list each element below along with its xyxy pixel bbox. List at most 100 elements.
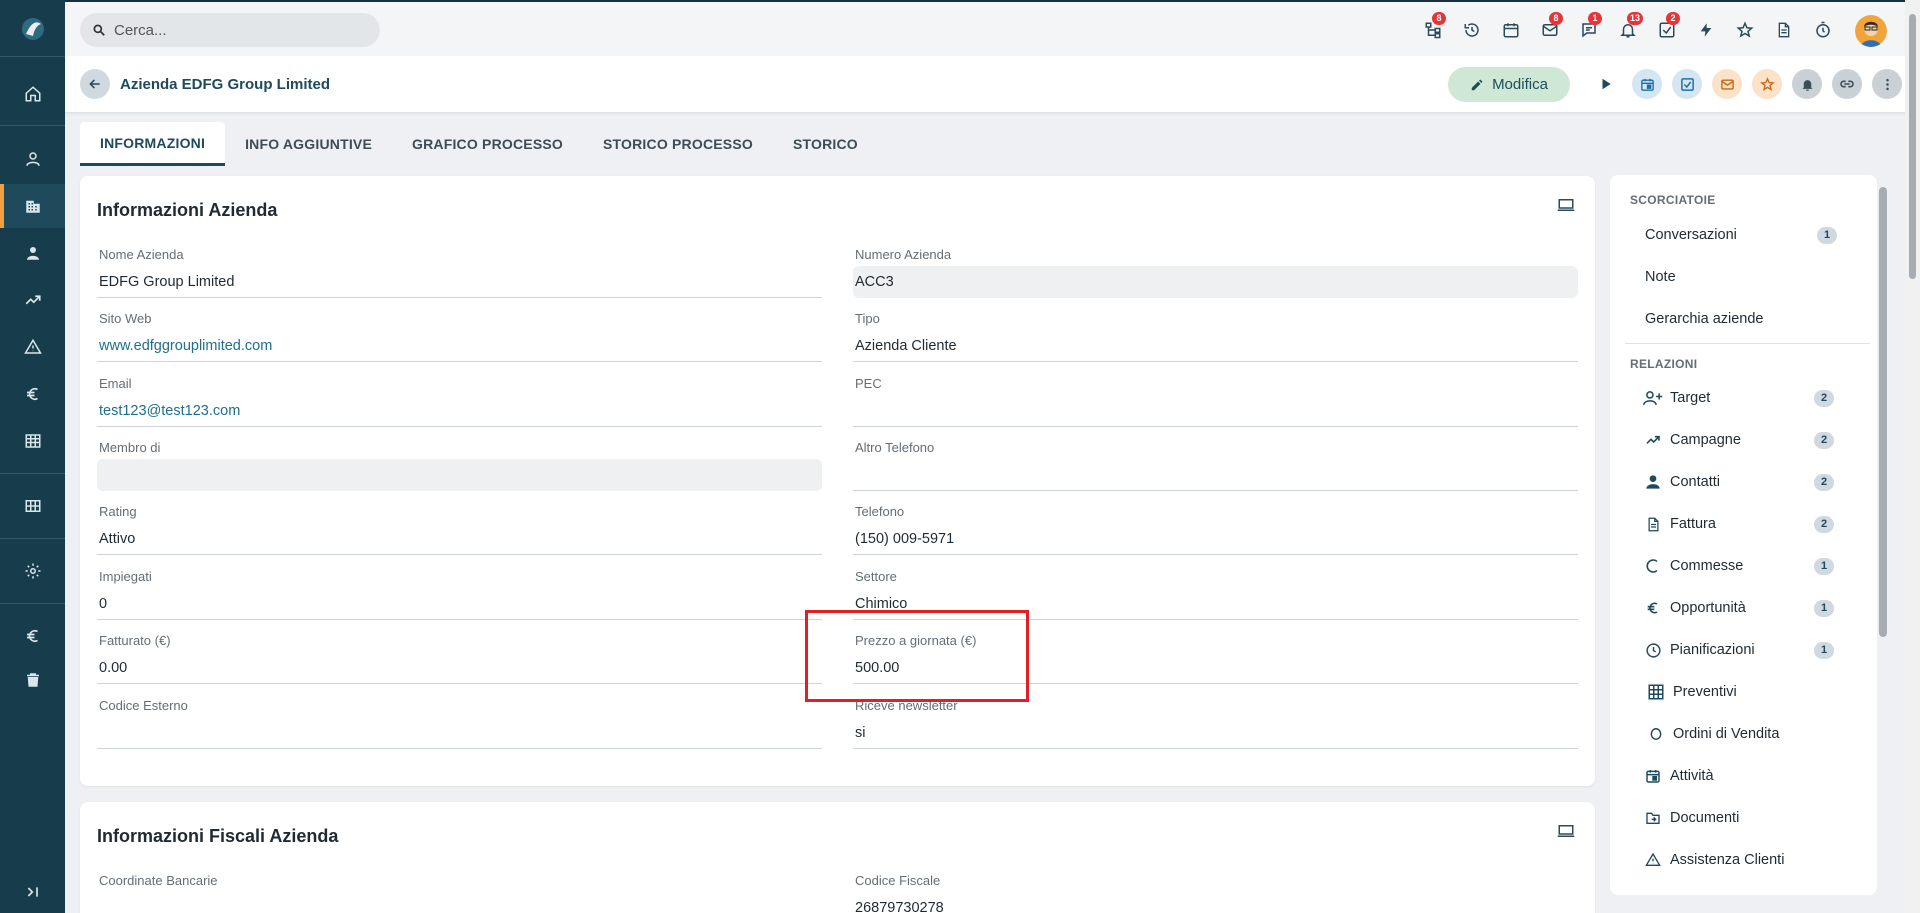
tab-storico[interactable]: STORICO xyxy=(773,122,878,166)
field-value[interactable]: EDFG Group Limited xyxy=(97,266,822,298)
field-value[interactable] xyxy=(853,395,1578,427)
field-value[interactable] xyxy=(97,459,822,491)
avatar[interactable] xyxy=(1855,15,1887,47)
shortcut-gerarchia-aziende[interactable]: Gerarchia aziende xyxy=(1645,304,1845,334)
relation-commesse[interactable]: Commesse 1 xyxy=(1642,551,1842,581)
sidebar-item-grid[interactable] xyxy=(0,484,65,528)
back-button[interactable] xyxy=(80,69,110,99)
field-value[interactable]: 0 xyxy=(97,588,822,620)
edit-button[interactable]: Modifica xyxy=(1448,67,1570,102)
sidebar-expand-button[interactable] xyxy=(0,871,65,913)
field-altro-telefono: Altro Telefono xyxy=(853,438,1578,502)
sidebar-divider xyxy=(0,473,65,474)
relation-campagne[interactable]: Campagne 2 xyxy=(1642,425,1842,455)
record-header: Azienda EDFG Group Limited Modifica xyxy=(65,56,1920,113)
hierarchy-button[interactable]: 8 xyxy=(1413,12,1452,45)
tasks-button[interactable]: 2 xyxy=(1647,12,1686,45)
calendar-icon xyxy=(1503,23,1518,38)
sidebar-item-home[interactable] xyxy=(0,72,65,116)
app-logo-icon[interactable] xyxy=(18,14,48,44)
sidebar-item-sales[interactable] xyxy=(0,372,65,416)
notification-badge: 2 xyxy=(1666,12,1680,25)
sidebar-item-support[interactable] xyxy=(0,325,65,369)
relation-assistenza-clienti[interactable]: Assistenza Clienti xyxy=(1642,845,1842,875)
sidebar-item-billing[interactable] xyxy=(0,614,65,658)
calendar-add-icon xyxy=(1640,78,1654,91)
field-value[interactable]: Chimico xyxy=(853,588,1578,620)
layout-toggle-button[interactable] xyxy=(1557,198,1575,212)
layout-toggle-button[interactable] xyxy=(1557,824,1575,838)
add-event-button[interactable] xyxy=(1632,69,1662,99)
relation-pianificazioni[interactable]: Pianificazioni 1 xyxy=(1642,635,1842,665)
favorite-button[interactable] xyxy=(1752,69,1782,99)
calculator-grid-icon xyxy=(1648,684,1664,700)
tab-informazioni[interactable]: INFORMAZIONI xyxy=(80,122,226,166)
email-button[interactable]: 8 xyxy=(1530,12,1569,45)
relation-target[interactable]: Target 2 xyxy=(1642,383,1842,413)
field-value[interactable]: Attivo xyxy=(97,523,822,555)
send-email-button[interactable] xyxy=(1712,69,1742,99)
field-value[interactable]: si xyxy=(853,717,1578,749)
page-scrollbar[interactable] xyxy=(1905,0,1920,913)
shortcut-conversazioni[interactable]: Conversazioni 1 xyxy=(1645,220,1845,250)
email-link[interactable]: test123@test123.com xyxy=(97,395,822,427)
follow-button[interactable] xyxy=(1792,69,1822,99)
shortcut-note[interactable]: Note xyxy=(1645,262,1845,292)
website-link[interactable]: www.edfggrouplimited.com xyxy=(97,330,822,362)
tab-storico-processo[interactable]: STORICO PROCESSO xyxy=(583,122,773,166)
chat-button[interactable]: 1 xyxy=(1569,12,1608,45)
tab-grafico-processo[interactable]: GRAFICO PROCESSO xyxy=(392,122,583,166)
field-value[interactable]: 0.00 xyxy=(97,652,822,684)
right-panel-scrollbar[interactable] xyxy=(1876,175,1890,900)
relation-preventivi[interactable]: Preventivi xyxy=(1645,677,1845,707)
sidebar-item-tables[interactable] xyxy=(0,419,65,463)
notification-badge: 8 xyxy=(1432,12,1446,25)
field-value[interactable] xyxy=(853,459,1578,491)
relation-ordini-di-vendita[interactable]: Ordini di Vendita xyxy=(1645,719,1845,749)
field-label: PEC xyxy=(855,376,882,391)
sidebar-item-trash[interactable] xyxy=(0,658,65,702)
bell-button[interactable]: 13 xyxy=(1608,12,1647,45)
expand-icon xyxy=(27,887,38,897)
field-sito-web: Sito Web www.edfggrouplimited.com xyxy=(97,309,822,373)
count-badge: 2 xyxy=(1814,515,1834,533)
sidebar-item-settings[interactable] xyxy=(0,549,65,593)
scrollbar-thumb[interactable] xyxy=(1909,14,1916,279)
relation-opportunita[interactable]: Opportunità 1 xyxy=(1642,593,1842,623)
field-value[interactable]: 26879730278 xyxy=(853,892,1578,913)
quick-actions-button[interactable] xyxy=(1686,15,1725,45)
history-button[interactable] xyxy=(1452,15,1491,45)
relation-attivita[interactable]: Attività xyxy=(1642,761,1842,791)
sidebar-item-campaigns[interactable] xyxy=(0,278,65,322)
field-value[interactable]: (150) 009-5971 xyxy=(853,523,1578,555)
search-input[interactable] xyxy=(114,21,354,39)
calendar-button[interactable] xyxy=(1491,15,1530,45)
run-process-button[interactable] xyxy=(1591,69,1621,99)
field-settore: Settore Chimico xyxy=(853,567,1578,631)
field-value[interactable]: 500.00 xyxy=(853,652,1578,684)
timer-button[interactable] xyxy=(1803,15,1842,45)
documents-button[interactable] xyxy=(1764,15,1803,45)
relation-label: Contatti xyxy=(1670,474,1720,490)
add-task-button[interactable] xyxy=(1672,69,1702,99)
document-icon xyxy=(1778,22,1789,38)
sidebar-item-companies[interactable] xyxy=(0,184,65,228)
field-value[interactable]: Azienda Cliente xyxy=(853,330,1578,362)
more-menu-button[interactable] xyxy=(1872,69,1902,99)
field-value[interactable] xyxy=(97,717,822,749)
search-box[interactable] xyxy=(80,13,380,47)
shortcut-label: Gerarchia aziende xyxy=(1645,311,1764,327)
relation-contatti[interactable]: Contatti 2 xyxy=(1642,467,1842,497)
relation-fattura[interactable]: Fattura 2 xyxy=(1642,509,1842,539)
trash-icon xyxy=(26,673,39,687)
sidebar-item-contacts[interactable] xyxy=(0,231,65,275)
field-value[interactable] xyxy=(97,892,822,913)
tab-info-aggiuntive[interactable]: INFO AGGIUNTIVE xyxy=(225,122,392,166)
sidebar-item-leads[interactable] xyxy=(0,137,65,181)
copy-link-button[interactable] xyxy=(1832,69,1862,99)
field-numero-azienda: Numero Azienda ACC3 xyxy=(853,245,1578,309)
relation-documenti[interactable]: Documenti xyxy=(1642,803,1842,833)
favorites-button[interactable] xyxy=(1725,15,1764,45)
scrollbar-thumb[interactable] xyxy=(1879,187,1887,637)
field-riceve-newsletter: Riceve newsletter si xyxy=(853,696,1578,760)
